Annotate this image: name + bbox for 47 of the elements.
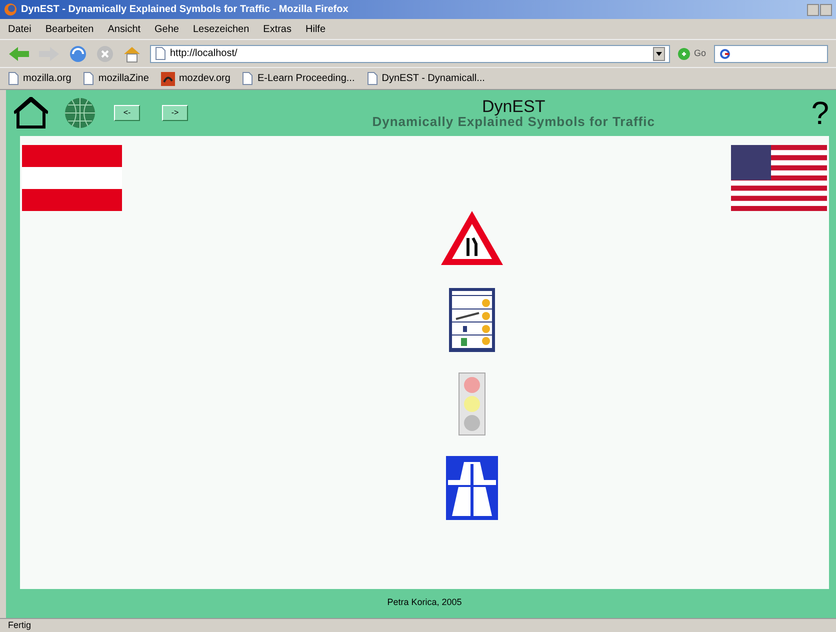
info-board-icon[interactable] (448, 288, 494, 352)
stop-icon[interactable] (96, 44, 114, 62)
globe-icon[interactable] (64, 97, 96, 129)
address-field[interactable]: http://localhost/ (150, 44, 670, 62)
search-engine-icon (719, 48, 732, 60)
nav-button[interactable]: -> (162, 105, 188, 121)
window-title: DynEST - Dynamically Explained Symbols for Traffic - Mozilla Firefox (21, 3, 350, 17)
bookmark-link[interactable]: mozdev.org (178, 71, 230, 86)
bookmark-logo-icon (160, 72, 175, 86)
menu-item[interactable]: Bearbeiten (45, 22, 94, 36)
nav-button[interactable]: <- (114, 105, 140, 121)
menu-item[interactable]: Ansicht (108, 22, 141, 36)
menu-item[interactable]: Datei (8, 22, 32, 36)
site-title: DynEST (482, 98, 546, 115)
bookmark-link[interactable]: mozillaZine (98, 71, 149, 86)
page-icon (242, 72, 254, 85)
traffic-light-icon[interactable] (458, 372, 486, 436)
menu-item[interactable]: Gehe (154, 22, 179, 36)
footer-text: Petra Korica, 2005 (387, 596, 462, 610)
page-icon (83, 72, 94, 85)
status-text: Fertig (8, 618, 32, 632)
maximize-button[interactable] (820, 4, 832, 16)
dropdown-button[interactable] (653, 46, 665, 60)
back-arrow-icon[interactable] (8, 46, 30, 62)
page-icon (155, 47, 166, 60)
help-link[interactable]: ? (811, 97, 829, 129)
browser-logo-icon (4, 3, 17, 16)
go-icon[interactable] (678, 48, 690, 60)
site-subtitle: Dynamically Explained Symbols for Traffic (372, 115, 655, 128)
bookmark-link[interactable]: DynEST - Dynamicall... (382, 71, 485, 86)
minimize-button[interactable] (807, 4, 819, 16)
caret-icon (656, 52, 662, 56)
menu-item[interactable]: Lesezeichen (193, 22, 250, 36)
bookmark-link[interactable]: E-Learn Proceeding... (257, 71, 355, 86)
home-icon[interactable] (122, 44, 142, 62)
menu-item[interactable]: Hilfe (306, 22, 326, 36)
page-icon (8, 72, 19, 85)
search-field[interactable] (714, 44, 828, 62)
bookmark-link[interactable]: mozilla.org (23, 71, 72, 86)
page-icon (366, 72, 378, 85)
go-label[interactable]: Go (694, 46, 706, 60)
house-icon[interactable] (14, 97, 48, 129)
us-flag-icon[interactable] (731, 145, 827, 211)
reload-icon[interactable] (68, 44, 88, 64)
motorway-sign-icon[interactable] (446, 456, 498, 520)
austrian-flag-icon[interactable] (22, 145, 122, 211)
menu-item[interactable]: Extras (263, 22, 292, 36)
